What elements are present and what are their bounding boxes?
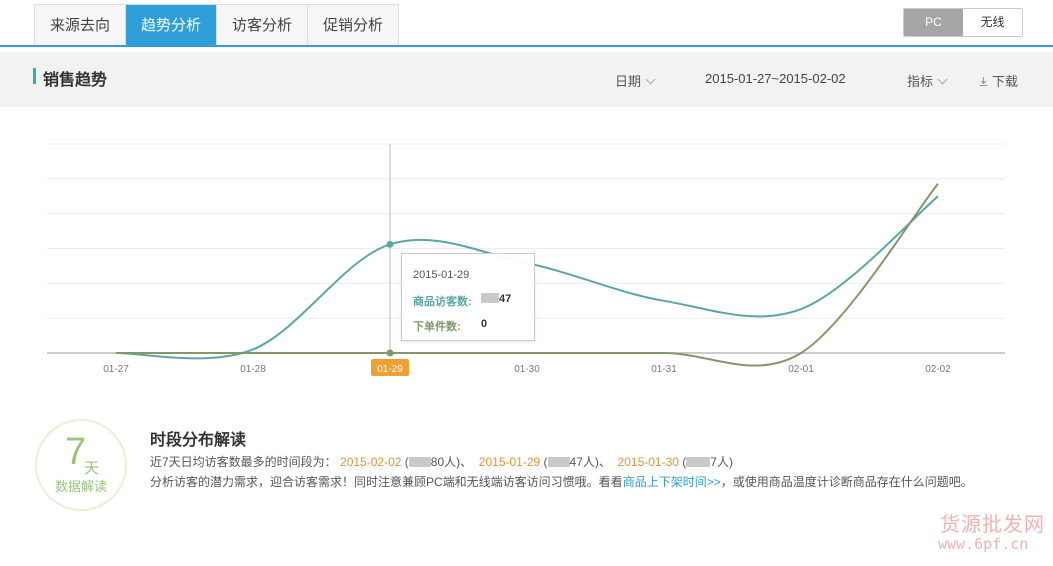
tooltip-visitors-value-wrap: 47: [481, 293, 511, 305]
interpretation-line-2: 分析访客的潜力需求，迎合访客需求！同时注意兼顾PC端和无线端访客访问习惯哦。看看…: [150, 473, 973, 490]
badge-unit: 天: [84, 460, 100, 477]
date-dropdown-label: 日期: [615, 74, 642, 89]
title-accent: [33, 68, 36, 84]
device-toggle: PC 无线: [903, 8, 1023, 37]
tab-source[interactable]: 来源去向: [35, 5, 127, 47]
indicator-dropdown-label: 指标: [907, 74, 934, 89]
device-mobile-button[interactable]: 无线: [963, 9, 1022, 36]
redacted-mask: [408, 457, 431, 467]
tooltip-visitors-label: 商品访客数:: [413, 296, 472, 308]
tooltip-date: 2015-01-29: [413, 269, 470, 281]
interpretation-line-1: 近7天日均访客数最多的时间段为： 2015-02-02 (80人)、 2015-…: [150, 455, 733, 469]
x-tick-label: 01-28: [240, 364, 266, 375]
badge-label: 数据解读: [54, 479, 107, 494]
tab-underline: [0, 45, 1053, 47]
watermark-url: www.6pf.cn: [938, 535, 1029, 553]
x-tick-label: 02-02: [925, 364, 951, 375]
redacted-mask: [547, 457, 570, 467]
peak-date-3: 2015-01-30: [617, 455, 679, 469]
download-label: 下载: [992, 74, 1019, 89]
chevron-down-icon: [645, 74, 656, 85]
tooltip-orders-value: 0: [481, 318, 488, 330]
tooltip-orders-label: 下单件数:: [413, 321, 461, 333]
sales-trend-chart: 01-27 01-28 01-29 01-30 01-31 02-01 02-02: [47, 143, 1005, 376]
redacted-mask: [686, 457, 711, 467]
device-pc-button[interactable]: PC: [904, 9, 963, 36]
x-tick-label: 01-30: [514, 364, 540, 375]
tab-trend[interactable]: 趋势分析: [126, 5, 218, 47]
shelf-time-link[interactable]: 商品上下架时间>>: [623, 475, 721, 489]
line2-text: 分析访客的潜力需求，迎合访客需求！同时注意兼顾PC端和无线端访客访问习惯哦。看看: [150, 475, 623, 489]
x-tick-label: 02-01: [788, 364, 814, 375]
x-tick-label: 01-31: [651, 364, 677, 375]
data-point: [386, 240, 394, 248]
date-dropdown[interactable]: 日期: [615, 71, 656, 90]
tooltip-visitors-value: 47: [499, 293, 512, 305]
section-header: 销售趋势 日期 2015-01-27~2015-02-02 指标 下载: [0, 52, 1053, 107]
chevron-down-icon: [937, 74, 948, 85]
date-range: 2015-01-27~2015-02-02: [705, 71, 846, 86]
tab-promotion[interactable]: 促销分析: [308, 5, 398, 47]
line2-suffix: ，或使用商品温度计诊断商品存在什么问题吧。: [720, 475, 973, 489]
download-icon: [979, 77, 988, 87]
chart-tooltip: 2015-01-29 商品访客数: 47 下单件数: 0: [401, 253, 535, 341]
watermark-title: 货源批发网: [940, 512, 1045, 536]
page: 来源去向 趋势分析 访客分析 促销分析 PC 无线 销售趋势 日期 2015-0…: [0, 0, 1053, 566]
line1-prefix: 近7天日均访客数最多的时间段为：: [150, 455, 337, 469]
peak-date-2: 2015-01-29: [478, 455, 541, 469]
redacted-mask: [481, 293, 499, 303]
section-title: 销售趋势: [43, 72, 108, 89]
indicator-dropdown[interactable]: 指标: [907, 71, 948, 90]
badge-number: 7: [65, 431, 87, 473]
x-tick-label: 01-27: [103, 364, 129, 375]
peak-count-3: 7人): [710, 455, 733, 469]
interpretation-title: 时段分布解读: [150, 432, 247, 449]
tab-visitor[interactable]: 访客分析: [217, 5, 309, 47]
download-button[interactable]: 下载: [978, 71, 1018, 90]
data-interpretation-badge: 7 天 数据解读: [35, 419, 127, 511]
peak-count-1: 80人)、: [430, 455, 473, 469]
tab-bar: 来源去向 趋势分析 访客分析 促销分析: [34, 4, 400, 47]
peak-date-1: 2015-02-02: [340, 455, 402, 469]
peak-count-2: 47人)、: [569, 455, 611, 469]
x-tick-label: 01-29: [377, 364, 403, 375]
data-point: [386, 349, 394, 357]
